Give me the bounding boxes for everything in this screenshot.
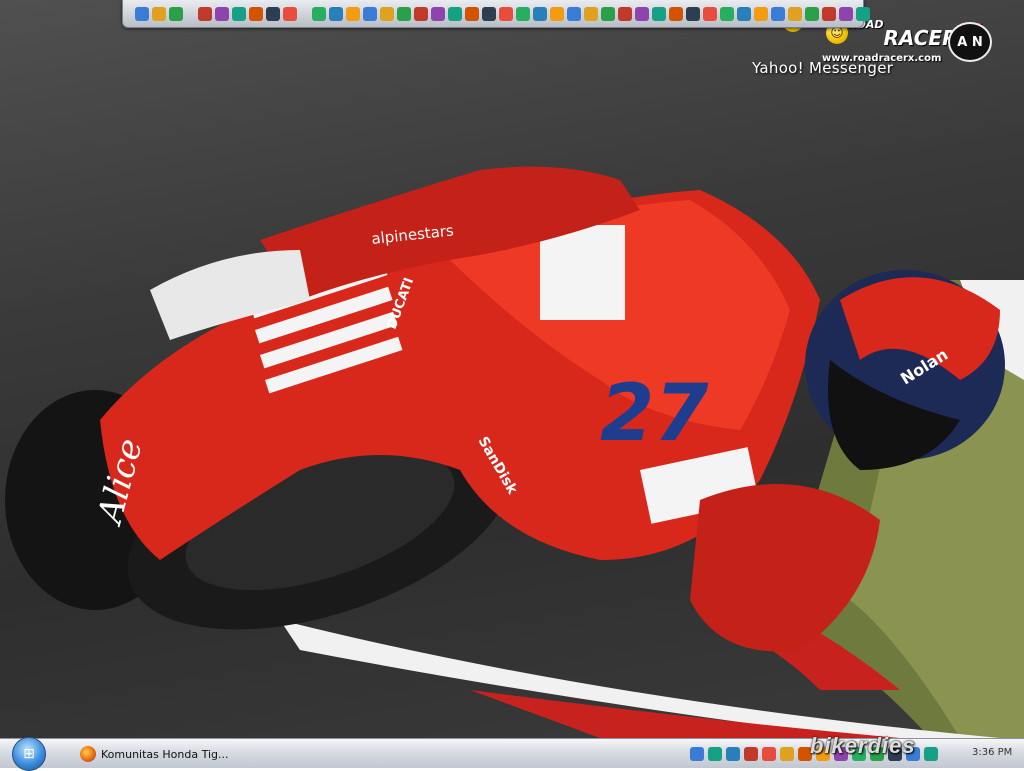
taskbar: ⊞ Komunitas Honda Tig... bikerdies 3:36 … — [0, 733, 1024, 771]
app-icon[interactable] — [584, 6, 598, 21]
app-icon[interactable] — [703, 6, 717, 21]
app-icon[interactable] — [601, 6, 615, 21]
app-icon[interactable] — [686, 6, 700, 21]
tray-icon[interactable] — [780, 747, 794, 761]
app-icon[interactable] — [618, 6, 632, 21]
app-icon[interactable] — [516, 6, 530, 21]
tray-icon[interactable] — [690, 747, 704, 761]
taskbar-clock[interactable]: 3:36 PM — [972, 747, 1012, 758]
app-icon[interactable] — [771, 6, 785, 21]
app-icon[interactable] — [249, 6, 263, 21]
quick-launch-dock — [122, 0, 870, 28]
app-icon[interactable] — [448, 6, 462, 21]
firefox-icon — [80, 746, 96, 762]
app-icon[interactable] — [567, 6, 581, 21]
app-icon[interactable] — [856, 6, 870, 21]
rrx-logo-text-b: RACER — [883, 26, 958, 50]
app-icon[interactable] — [550, 6, 564, 21]
tray-icon[interactable] — [726, 747, 740, 761]
app-icon[interactable] — [346, 6, 360, 21]
taskbar-item-browser[interactable]: Komunitas Honda Tig... — [80, 743, 310, 765]
recycle-icon[interactable] — [169, 6, 183, 21]
app-icon[interactable] — [499, 6, 513, 21]
app-icon[interactable] — [431, 6, 445, 21]
desktop-wallpaper: 27 alpinestars DUCATI SanDisk Nolan Alic… — [0, 0, 1024, 738]
app-icon[interactable] — [198, 6, 212, 21]
app-icon[interactable] — [720, 6, 734, 21]
app-icon[interactable] — [363, 6, 377, 21]
tray-icon[interactable] — [708, 747, 722, 761]
tools-icon[interactable] — [152, 6, 166, 21]
bike-number: 27 — [600, 369, 709, 459]
app-icon[interactable] — [397, 6, 411, 21]
an-badge-icon[interactable]: A N — [948, 22, 992, 62]
app-icon[interactable] — [465, 6, 479, 21]
app-icon[interactable] — [380, 6, 394, 21]
start-button[interactable]: ⊞ — [12, 737, 46, 771]
app-icon[interactable] — [533, 6, 547, 21]
wallpaper-scene: 27 alpinestars DUCATI SanDisk Nolan Alic… — [5, 166, 1024, 738]
watermark: bikerdies — [810, 733, 916, 758]
app-icon[interactable] — [805, 6, 819, 21]
app-icon[interactable] — [839, 6, 853, 21]
app-icon[interactable] — [329, 6, 343, 21]
app-icon[interactable] — [635, 6, 649, 21]
app-icon[interactable] — [652, 6, 666, 21]
app-icon[interactable] — [232, 6, 246, 21]
tray-icon[interactable] — [762, 747, 776, 761]
taskbar-item-label: Komunitas Honda Tig... — [101, 747, 229, 761]
tray-icon[interactable] — [924, 747, 938, 761]
app-icon[interactable] — [754, 6, 768, 21]
app-icon[interactable] — [215, 6, 229, 21]
app-icon[interactable] — [822, 6, 836, 21]
yahoo-messenger-label[interactable]: Yahoo! Messenger — [752, 59, 893, 77]
app-icon[interactable] — [283, 6, 297, 21]
app-icon[interactable] — [414, 6, 428, 21]
app-icon[interactable] — [737, 6, 751, 21]
tray-icon[interactable] — [744, 747, 758, 761]
app-icon[interactable] — [482, 6, 496, 21]
browser-icon[interactable] — [312, 6, 326, 21]
app-icon[interactable] — [266, 6, 280, 21]
app-icon[interactable] — [669, 6, 683, 21]
app-icon[interactable] — [788, 6, 802, 21]
computer-icon[interactable] — [135, 6, 149, 21]
